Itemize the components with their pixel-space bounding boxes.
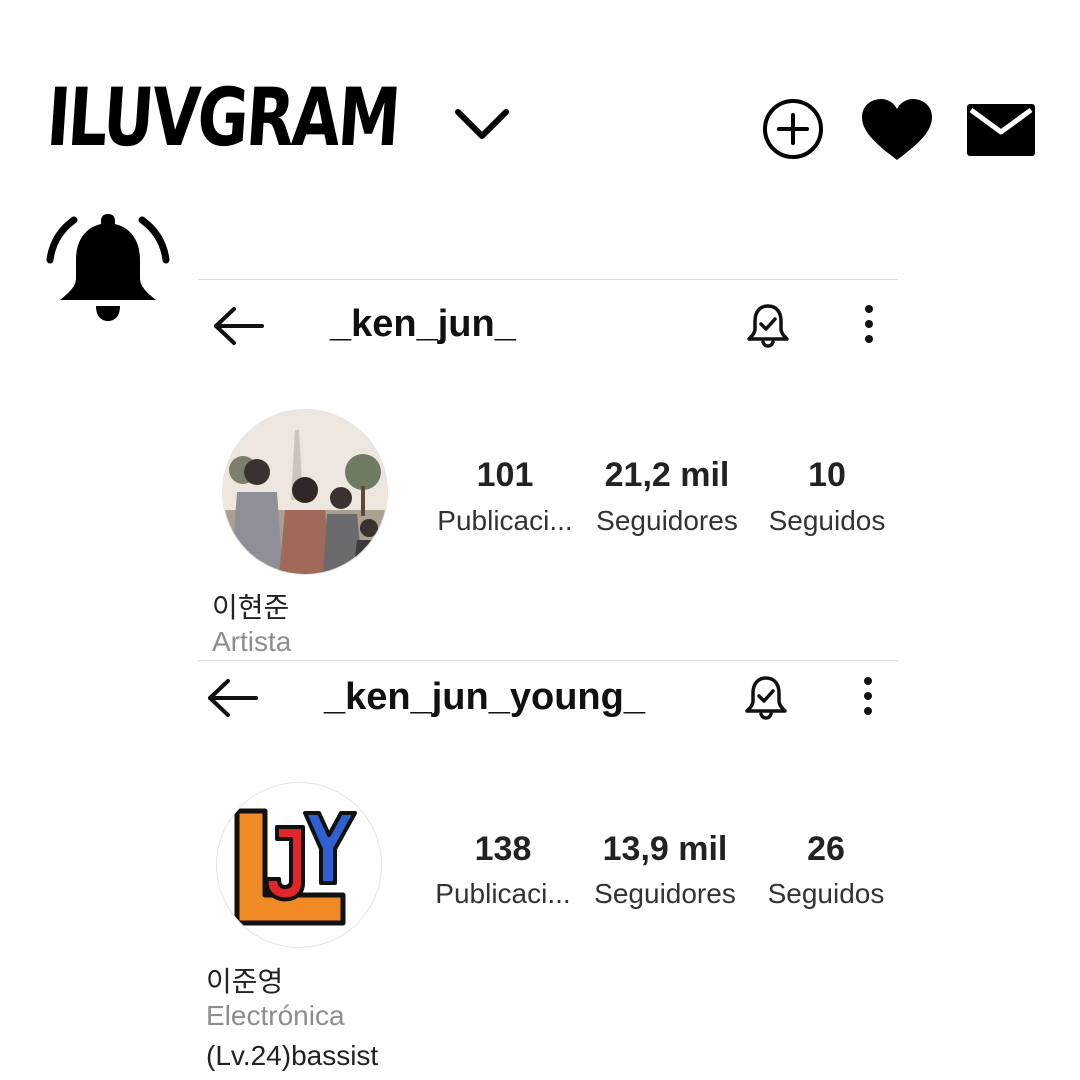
more-options-icon[interactable] xyxy=(863,304,875,344)
mail-icon[interactable] xyxy=(967,104,1035,156)
profile-avatar[interactable] xyxy=(216,782,382,948)
stat-followers-label[interactable]: Seguidores xyxy=(580,878,750,910)
notification-bell-icon[interactable] xyxy=(745,302,791,348)
back-arrow-icon[interactable] xyxy=(212,306,266,346)
stat-posts-count[interactable]: 101 xyxy=(420,456,590,495)
heart-icon[interactable] xyxy=(860,98,934,162)
stat-posts-label[interactable]: Publicaci... xyxy=(420,505,590,537)
profile-category: Artista xyxy=(212,626,292,657)
stat-followers-label[interactable]: Seguidores xyxy=(582,505,752,537)
avatar-photo xyxy=(223,410,387,574)
profile-name: 이준영 xyxy=(206,966,284,997)
stat-followers-count[interactable]: 13,9 mil xyxy=(580,830,750,869)
stat-following-count[interactable]: 10 xyxy=(742,456,912,495)
avatar-logo xyxy=(217,783,381,947)
stat-posts-label[interactable]: Publicaci... xyxy=(418,878,588,910)
stat-following-label[interactable]: Seguidos xyxy=(742,505,912,537)
divider xyxy=(198,660,898,661)
divider xyxy=(198,279,898,280)
profile-avatar[interactable] xyxy=(222,409,388,575)
stat-followers-count[interactable]: 21,2 mil xyxy=(582,456,752,495)
profile-username: _ken_jun_young_ xyxy=(324,676,645,718)
stat-following-label[interactable]: Seguidos xyxy=(741,878,911,910)
more-options-icon[interactable] xyxy=(862,676,874,716)
chevron-down-icon[interactable] xyxy=(452,102,512,146)
add-circle-icon[interactable] xyxy=(762,98,824,160)
app-title: ILUVGRAM xyxy=(44,71,402,164)
back-arrow-icon[interactable] xyxy=(206,678,260,718)
bell-ringing-icon[interactable] xyxy=(46,208,170,324)
notification-bell-icon[interactable] xyxy=(743,674,789,720)
stat-following-count[interactable]: 26 xyxy=(741,830,911,869)
profile-category: Electrónica xyxy=(206,1000,345,1031)
profile-username: _ken_jun_ xyxy=(330,303,516,345)
stat-posts-count[interactable]: 138 xyxy=(418,830,588,869)
profile-bio: (Lv.24)bassist xyxy=(206,1040,379,1071)
profile-name: 이현준 xyxy=(212,592,290,623)
